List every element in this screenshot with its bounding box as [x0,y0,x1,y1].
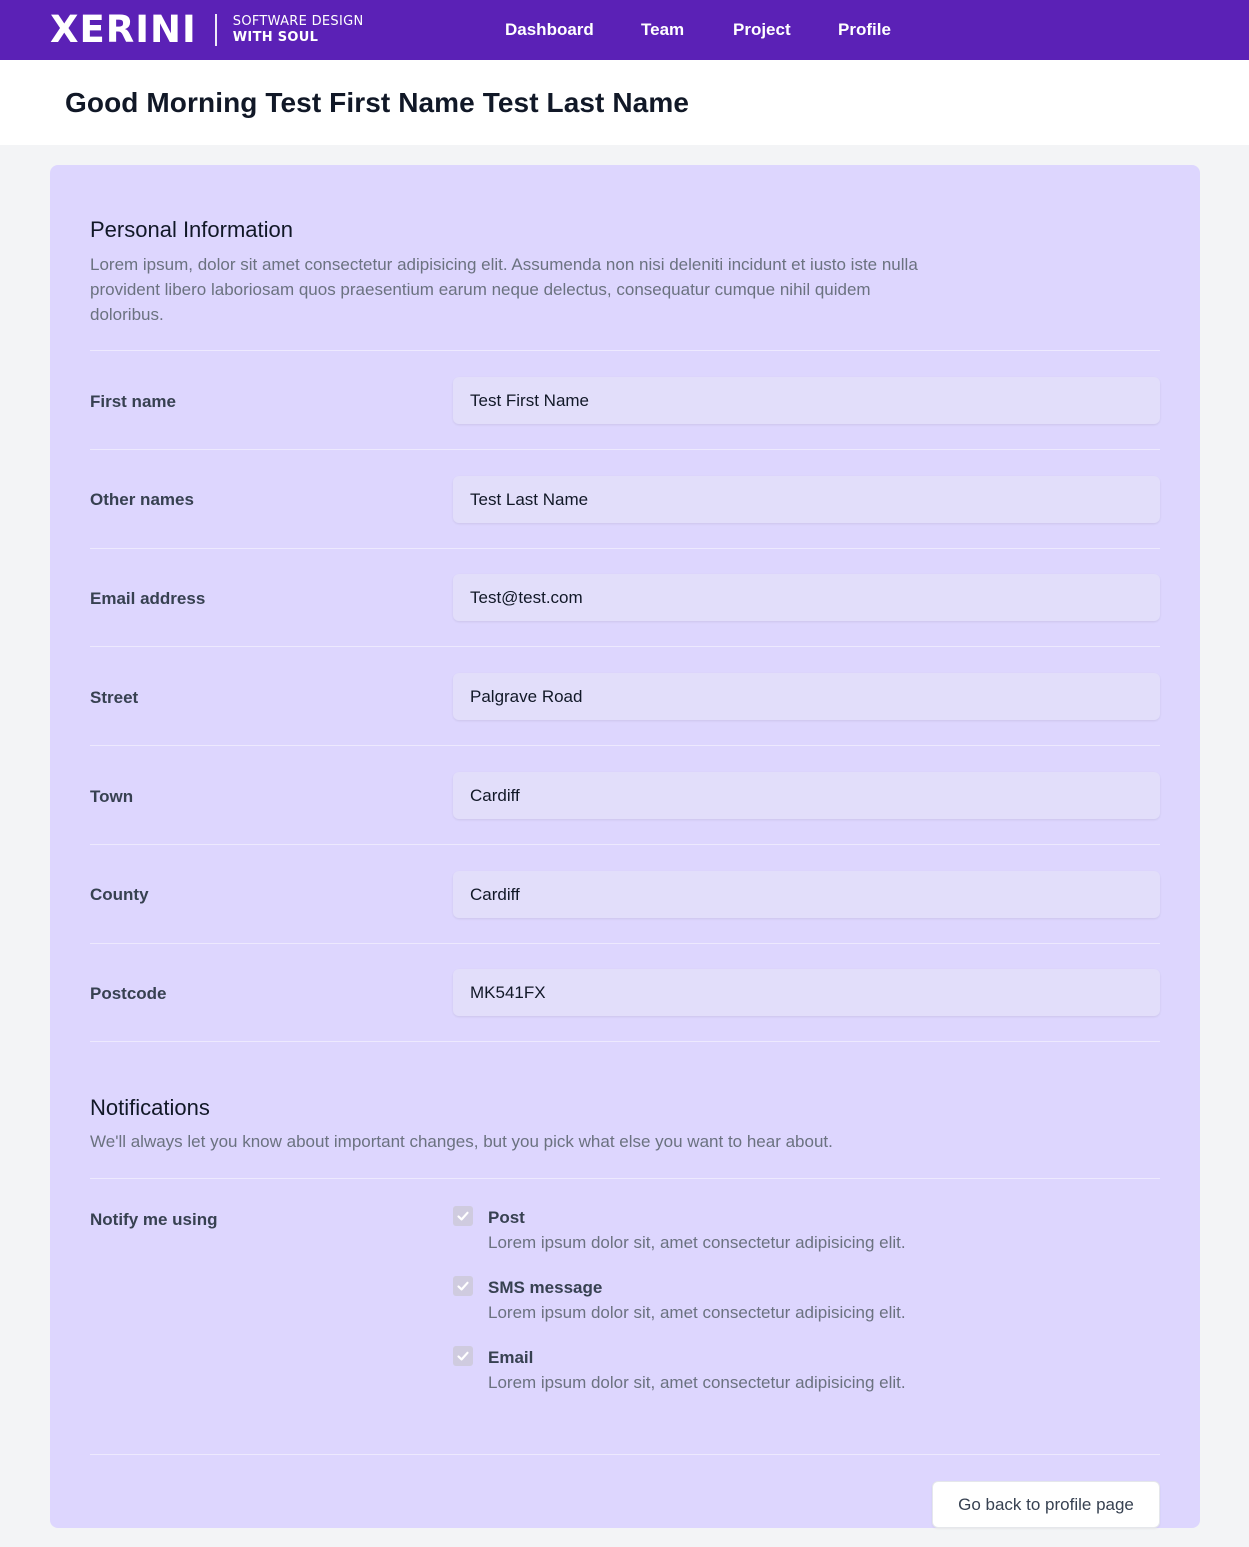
check-icon [457,1281,469,1291]
nav-profile-link[interactable]: Profile [838,20,891,40]
divider [90,1454,1160,1455]
notify-me-label: Notify me using [90,1210,218,1229]
sms-option-description: Lorem ipsum dolor sit, amet consectetur … [488,1303,906,1322]
check-icon [457,1211,469,1221]
other-names-label: Other names [90,490,194,509]
tagline-line-1: SOFTWARE DESIGN [232,14,364,29]
email-checkbox[interactable] [453,1346,473,1366]
sms-option-title: SMS message [488,1278,603,1297]
divider [90,646,1160,647]
town-field[interactable] [453,772,1160,819]
page-title: Good Morning Test First Name Test Last N… [65,87,690,118]
divider [90,745,1160,746]
email-field[interactable] [453,574,1160,621]
divider [90,548,1160,549]
post-checkbox[interactable] [453,1206,473,1226]
sms-checkbox[interactable] [453,1276,473,1296]
nav-profile[interactable]: Profile [838,0,891,60]
profile-form-card: Personal Information Lorem ipsum, dolor … [50,165,1200,1528]
street-field[interactable] [453,673,1160,720]
brand-tagline: SOFTWARE DESIGN WITH SOUL [233,14,364,46]
notifications-description: We'll always let you know about importan… [90,1132,833,1151]
divider [90,1178,1160,1179]
personal-info-description: Lorem ipsum, dolor sit amet consectetur … [90,255,918,324]
street-label: Street [90,688,139,707]
nav-dashboard[interactable]: Dashboard [505,0,594,60]
divider [90,449,1160,450]
divider [90,350,1160,351]
first-name-label: First name [90,392,176,411]
county-field[interactable] [453,871,1160,918]
first-name-field[interactable] [453,377,1160,424]
email-label: Email address [90,589,206,608]
post-option-description: Lorem ipsum dolor sit, amet consectetur … [488,1233,906,1252]
page-header: Good Morning Test First Name Test Last N… [0,60,1249,145]
brand-name: XERINI [50,8,197,51]
postcode-field[interactable] [453,969,1160,1016]
email-option-title: Email [488,1348,534,1367]
personal-info-title: Personal Information [90,217,293,242]
notifications-title: Notifications [90,1095,210,1120]
postcode-label: Postcode [90,984,167,1003]
nav-dashboard-link[interactable]: Dashboard [505,20,594,40]
logo-divider [214,14,217,46]
brand-logo[interactable]: XERINI SOFTWARE DESIGN WITH SOUL [50,8,364,51]
post-option-title: Post [488,1208,525,1227]
back-to-profile-button[interactable]: Go back to profile page [932,1481,1160,1528]
divider [90,943,1160,944]
other-names-field[interactable] [453,476,1160,523]
tagline-line-2: WITH SOUL [232,30,319,45]
divider [90,844,1160,845]
nav-project-link[interactable]: Project [733,20,791,40]
town-label: Town [90,787,134,806]
county-label: County [90,885,149,904]
top-navbar: XERINI SOFTWARE DESIGN WITH SOUL Dashboa… [0,0,1249,60]
divider [90,1041,1160,1042]
check-icon [457,1351,469,1361]
nav-team[interactable]: Team [641,0,684,60]
email-option-description: Lorem ipsum dolor sit, amet consectetur … [488,1373,906,1392]
nav-project[interactable]: Project [733,0,791,60]
nav-team-link[interactable]: Team [641,20,684,40]
